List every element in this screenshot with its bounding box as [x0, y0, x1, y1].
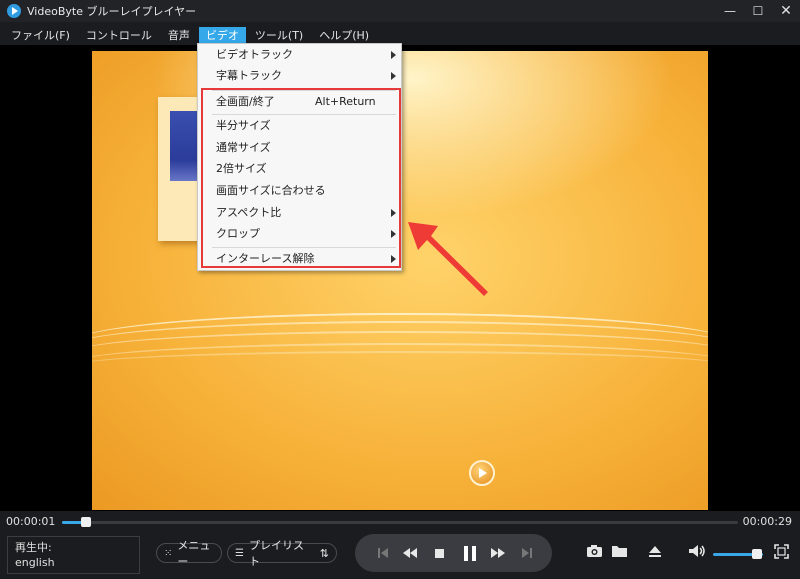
transport-controls — [355, 534, 552, 572]
status-state: 再生中: — [15, 541, 52, 554]
volume-handle[interactable] — [752, 549, 762, 559]
playlist-button[interactable]: ☰ プレイリスト ⇅ — [227, 539, 337, 568]
menu-video[interactable]: ビデオ — [198, 26, 246, 45]
eject-icon[interactable] — [648, 544, 662, 558]
window-title: VideoByte ブルーレイプレイヤー — [27, 5, 197, 18]
submenu-arrow-icon — [391, 51, 396, 59]
menu-item-subtitle-track[interactable]: 字幕トラック — [198, 66, 401, 86]
close-button[interactable]: ✕ — [772, 0, 800, 22]
stop-button[interactable] — [429, 534, 449, 572]
light-wave — [92, 351, 708, 381]
playlist-button-label: プレイリスト — [248, 539, 304, 568]
grid-icon: ⁙ — [164, 547, 173, 559]
status-panel: 再生中: english — [7, 536, 140, 574]
stop-icon — [434, 548, 444, 558]
menu-control[interactable]: コントロール — [79, 27, 159, 45]
status-audio: english — [15, 556, 55, 569]
maximize-button[interactable]: ☐ — [744, 0, 772, 22]
folder-icon[interactable] — [611, 544, 628, 558]
menu-help[interactable]: ヘルプ(H) — [312, 27, 376, 45]
skip-next-button[interactable] — [517, 534, 537, 572]
progress-row: 00:00:01 00:00:29 — [0, 511, 800, 531]
volume-icon[interactable] — [688, 544, 706, 558]
title-bar: VideoByte ブルーレイプレイヤー — ☐ ✕ — [0, 0, 800, 22]
menu-item-label: ビデオトラック — [216, 48, 293, 61]
skip-next-icon — [522, 548, 532, 558]
sort-icon[interactable]: ⇅ — [320, 547, 329, 560]
menu-item-label: 字幕トラック — [216, 69, 282, 82]
fullscreen-icon[interactable] — [774, 544, 789, 559]
menu-button[interactable]: ⁙ メニュー — [156, 539, 222, 568]
total-time: 00:00:29 — [742, 515, 792, 528]
current-time: 00:00:01 — [6, 515, 56, 528]
rewind-button[interactable] — [399, 534, 421, 572]
menu-tools[interactable]: ツール(T) — [248, 27, 310, 45]
photo-image — [170, 111, 200, 181]
annotation-highlight-box — [201, 88, 401, 268]
pause-button[interactable] — [457, 534, 483, 572]
menu-file[interactable]: ファイル(F) — [4, 27, 77, 45]
rewind-icon — [403, 548, 417, 558]
skip-previous-icon — [378, 548, 388, 558]
minimize-button[interactable]: — — [716, 0, 744, 22]
menu-audio[interactable]: 音声 — [161, 27, 197, 45]
menu-item-video-track[interactable]: ビデオトラック — [198, 45, 401, 65]
window-controls: — ☐ ✕ — [716, 0, 800, 22]
volume-slider[interactable] — [713, 549, 763, 559]
menu-button-label: メニュー — [177, 539, 211, 568]
annotation-arrow-icon — [408, 222, 488, 296]
skip-previous-button[interactable] — [373, 534, 393, 572]
fast-forward-icon — [491, 548, 505, 558]
pause-icon — [464, 545, 476, 561]
list-icon: ☰ — [235, 547, 244, 559]
seek-handle[interactable] — [80, 517, 91, 527]
control-bar: 再生中: english ⁙ メニュー ☰ プレイリスト ⇅ — [0, 531, 800, 579]
camera-icon[interactable] — [586, 544, 603, 558]
fast-forward-button[interactable] — [487, 534, 509, 572]
disc-play-icon[interactable] — [469, 460, 495, 486]
submenu-arrow-icon — [391, 72, 396, 80]
seek-bar[interactable] — [62, 517, 738, 527]
app-logo-icon — [7, 4, 21, 18]
